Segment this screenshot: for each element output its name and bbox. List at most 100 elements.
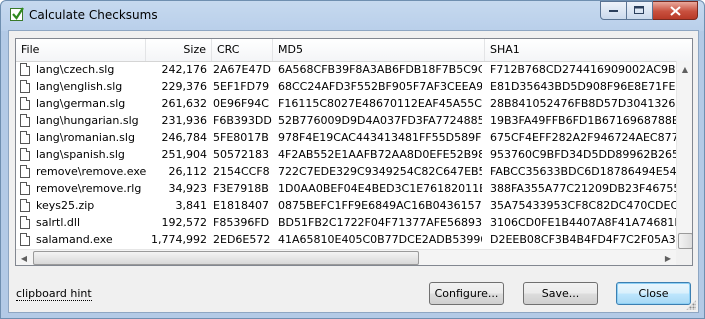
table-row[interactable]: remove\remove.exe 26,112 2154CCF8 722C7E… bbox=[16, 163, 692, 180]
maximize-icon bbox=[634, 6, 644, 14]
title-bar[interactable]: Calculate Checksums bbox=[1, 1, 704, 31]
sha1-value: 388FA355A77C21209DB23F467558CA6 bbox=[490, 182, 676, 195]
document-icon bbox=[20, 182, 30, 195]
vertical-scrollbar[interactable]: ▲ ▼ bbox=[676, 61, 692, 265]
md5-value: F16115C8027E48670112EAF45A55C4B0 bbox=[278, 97, 482, 110]
crc-value: 5FE8017B bbox=[213, 131, 269, 144]
sha1-value: 19B3FA49FFB6FD1B6716968788E6AC6 bbox=[490, 114, 676, 127]
sha1-value: 28B841052476FB8D57D30413267 1F4 bbox=[490, 97, 676, 110]
table-row[interactable]: lang\english.slg 229,376 5EF1FD79 68CC24… bbox=[16, 78, 692, 95]
document-icon bbox=[20, 97, 30, 110]
file-size: 34,923 bbox=[168, 182, 208, 195]
file-name: lang\hungarian.slg bbox=[36, 114, 139, 127]
sha1-value: 35A75433953CF8C82DC470CDECF04C bbox=[490, 199, 676, 212]
sha1-value: 3106CD0FE1B4407A8F41A74681FA85D bbox=[490, 216, 676, 229]
file-size: 246,784 bbox=[161, 131, 208, 144]
crc-value: 2154CCF8 bbox=[213, 165, 270, 178]
md5-value: 722C7EDE329C9349254C82C647EB5E54 bbox=[278, 165, 482, 178]
document-icon bbox=[20, 148, 30, 161]
crc-value: F6B393DD bbox=[213, 114, 272, 127]
document-icon bbox=[20, 80, 30, 93]
table-row[interactable]: lang\czech.slg 242,176 2A67E47D 6A568CFB… bbox=[16, 61, 692, 78]
vertical-scroll-thumb[interactable] bbox=[678, 233, 692, 249]
md5-value: BD51FB2C1722F04F71377AFE5689320D bbox=[278, 216, 482, 229]
file-name: remove\remove.exe bbox=[36, 165, 146, 178]
crc-value: 5EF1FD79 bbox=[213, 80, 270, 93]
document-icon bbox=[20, 63, 30, 76]
file-name: lang\romanian.slg bbox=[36, 131, 135, 144]
file-name: lang\czech.slg bbox=[36, 63, 115, 76]
md5-value: 6A568CFB39F8A3AB6FDB18F7B5C9C107 bbox=[278, 63, 482, 76]
file-size: 3,841 bbox=[175, 199, 208, 212]
table-row[interactable]: salrtl.dll 192,572 F85396FD BD51FB2C1722… bbox=[16, 214, 692, 231]
crc-value: 50572183 bbox=[213, 148, 269, 161]
sha1-value: D2EEB08CF3B4B4FD4F7C2F05A36E612 bbox=[490, 233, 676, 246]
crc-value: F85396FD bbox=[213, 216, 270, 229]
table-row[interactable]: salamand.exe 1,774,992 2ED6E572 41A65810… bbox=[16, 231, 692, 248]
file-name: salrtl.dll bbox=[36, 216, 81, 229]
sha1-value: F712B768CD274416909002AC9BDF4A4 bbox=[490, 63, 676, 76]
minimize-icon bbox=[608, 9, 618, 12]
crc-value: E1818407 bbox=[213, 199, 269, 212]
md5-value: 1D0AA0BEF04E4BED3C1E76182011BF04 bbox=[278, 182, 482, 195]
file-size: 261,632 bbox=[161, 97, 208, 110]
clipboard-hint-link[interactable]: clipboard hint bbox=[16, 287, 92, 301]
scrollbar-corner bbox=[676, 249, 692, 265]
file-size: 192,572 bbox=[161, 216, 208, 229]
scroll-up-icon[interactable]: ▲ bbox=[677, 61, 692, 77]
md5-value: 4F2AB552E1AAFB72AA8D0EFE52B984DB bbox=[278, 148, 482, 161]
close-button[interactable]: Close bbox=[616, 282, 691, 305]
file-name: remove\remove.rlg bbox=[36, 182, 142, 195]
close-window-button[interactable] bbox=[653, 1, 698, 20]
file-size: 229,376 bbox=[161, 80, 208, 93]
sha1-value: 675CF4EFF282A2F946724AEC877A583 bbox=[490, 131, 676, 144]
checksum-list[interactable]: File Size CRC MD5 SHA1 lang\czech.slg 24… bbox=[15, 38, 693, 266]
file-size: 242,176 bbox=[161, 63, 208, 76]
horizontal-scrollbar[interactable]: ◀ ▶ bbox=[16, 249, 676, 265]
checkmark-icon bbox=[10, 7, 24, 21]
column-header-size[interactable]: Size bbox=[146, 39, 212, 61]
close-icon bbox=[669, 5, 681, 16]
file-size: 231,936 bbox=[161, 114, 208, 127]
document-icon bbox=[20, 233, 30, 246]
horizontal-scroll-thumb[interactable] bbox=[33, 251, 419, 265]
table-row[interactable]: lang\romanian.slg 246,784 5FE8017B 978F4… bbox=[16, 129, 692, 146]
crc-value: 0E96F94C bbox=[213, 97, 269, 110]
md5-value: 0875BEFC1FF9E6849AC16B04361571F bbox=[278, 199, 482, 212]
sha1-value: FABCC35633BDC6D18786494E545B1F6 bbox=[490, 165, 676, 178]
file-name: lang\english.slg bbox=[36, 80, 123, 93]
scroll-left-icon[interactable]: ◀ bbox=[16, 250, 32, 265]
caption-buttons bbox=[600, 1, 698, 21]
file-size: 26,112 bbox=[168, 165, 208, 178]
minimize-button[interactable] bbox=[600, 1, 627, 20]
table-row[interactable]: lang\spanish.slg 251,904 50572183 4F2AB5… bbox=[16, 146, 692, 163]
table-row[interactable]: remove\remove.rlg 34,923 F3E7918B 1D0AA0… bbox=[16, 180, 692, 197]
table-row[interactable]: keys25.zip 3,841 E1818407 0875BEFC1FF9E6… bbox=[16, 197, 692, 214]
file-name: lang\spanish.slg bbox=[36, 148, 125, 161]
md5-value: 978F4E19CAC443413481FF55D589FB64 bbox=[278, 131, 482, 144]
md5-value: 41A65810E405C0B77DCE2ADB53990543 bbox=[278, 233, 482, 246]
table-row[interactable]: lang\german.slg 261,632 0E96F94C F16115C… bbox=[16, 95, 692, 112]
column-header-file[interactable]: File bbox=[16, 39, 146, 61]
maximize-button[interactable] bbox=[627, 1, 653, 20]
column-header-md5[interactable]: MD5 bbox=[273, 39, 485, 61]
configure-button[interactable]: Configure... bbox=[429, 282, 504, 305]
window-title: Calculate Checksums bbox=[29, 8, 158, 22]
column-header-sha1[interactable]: SHA1 bbox=[485, 39, 676, 61]
scroll-right-icon[interactable]: ▶ bbox=[660, 250, 676, 265]
document-icon bbox=[20, 165, 30, 178]
file-size: 251,904 bbox=[161, 148, 208, 161]
list-header: File Size CRC MD5 SHA1 bbox=[16, 39, 692, 62]
sha1-value: 953760C9BFD34D5DD89962B2650DAA4 bbox=[490, 148, 676, 161]
table-row[interactable]: lang\hungarian.slg 231,936 F6B393DD 52B7… bbox=[16, 112, 692, 129]
file-name: keys25.zip bbox=[36, 199, 95, 212]
md5-value: 52B776009D9D4A037FD3FA77248855FA bbox=[278, 114, 482, 127]
dialog-body: File Size CRC MD5 SHA1 lang\czech.slg 24… bbox=[8, 30, 699, 313]
sha1-value: E81D35643BD5D908F96E8E71FE11424 bbox=[490, 80, 676, 93]
checksum-window: Calculate Checksums File Size CRC MD5 SH… bbox=[0, 0, 705, 319]
crc-value: 2ED6E572 bbox=[213, 233, 271, 246]
file-name: lang\german.slg bbox=[36, 97, 126, 110]
column-header-crc[interactable]: CRC bbox=[212, 39, 273, 61]
md5-value: 68CC24AFD3F552BF905F7AF3CEEA9907 bbox=[278, 80, 482, 93]
save-button[interactable]: Save... bbox=[523, 282, 598, 305]
